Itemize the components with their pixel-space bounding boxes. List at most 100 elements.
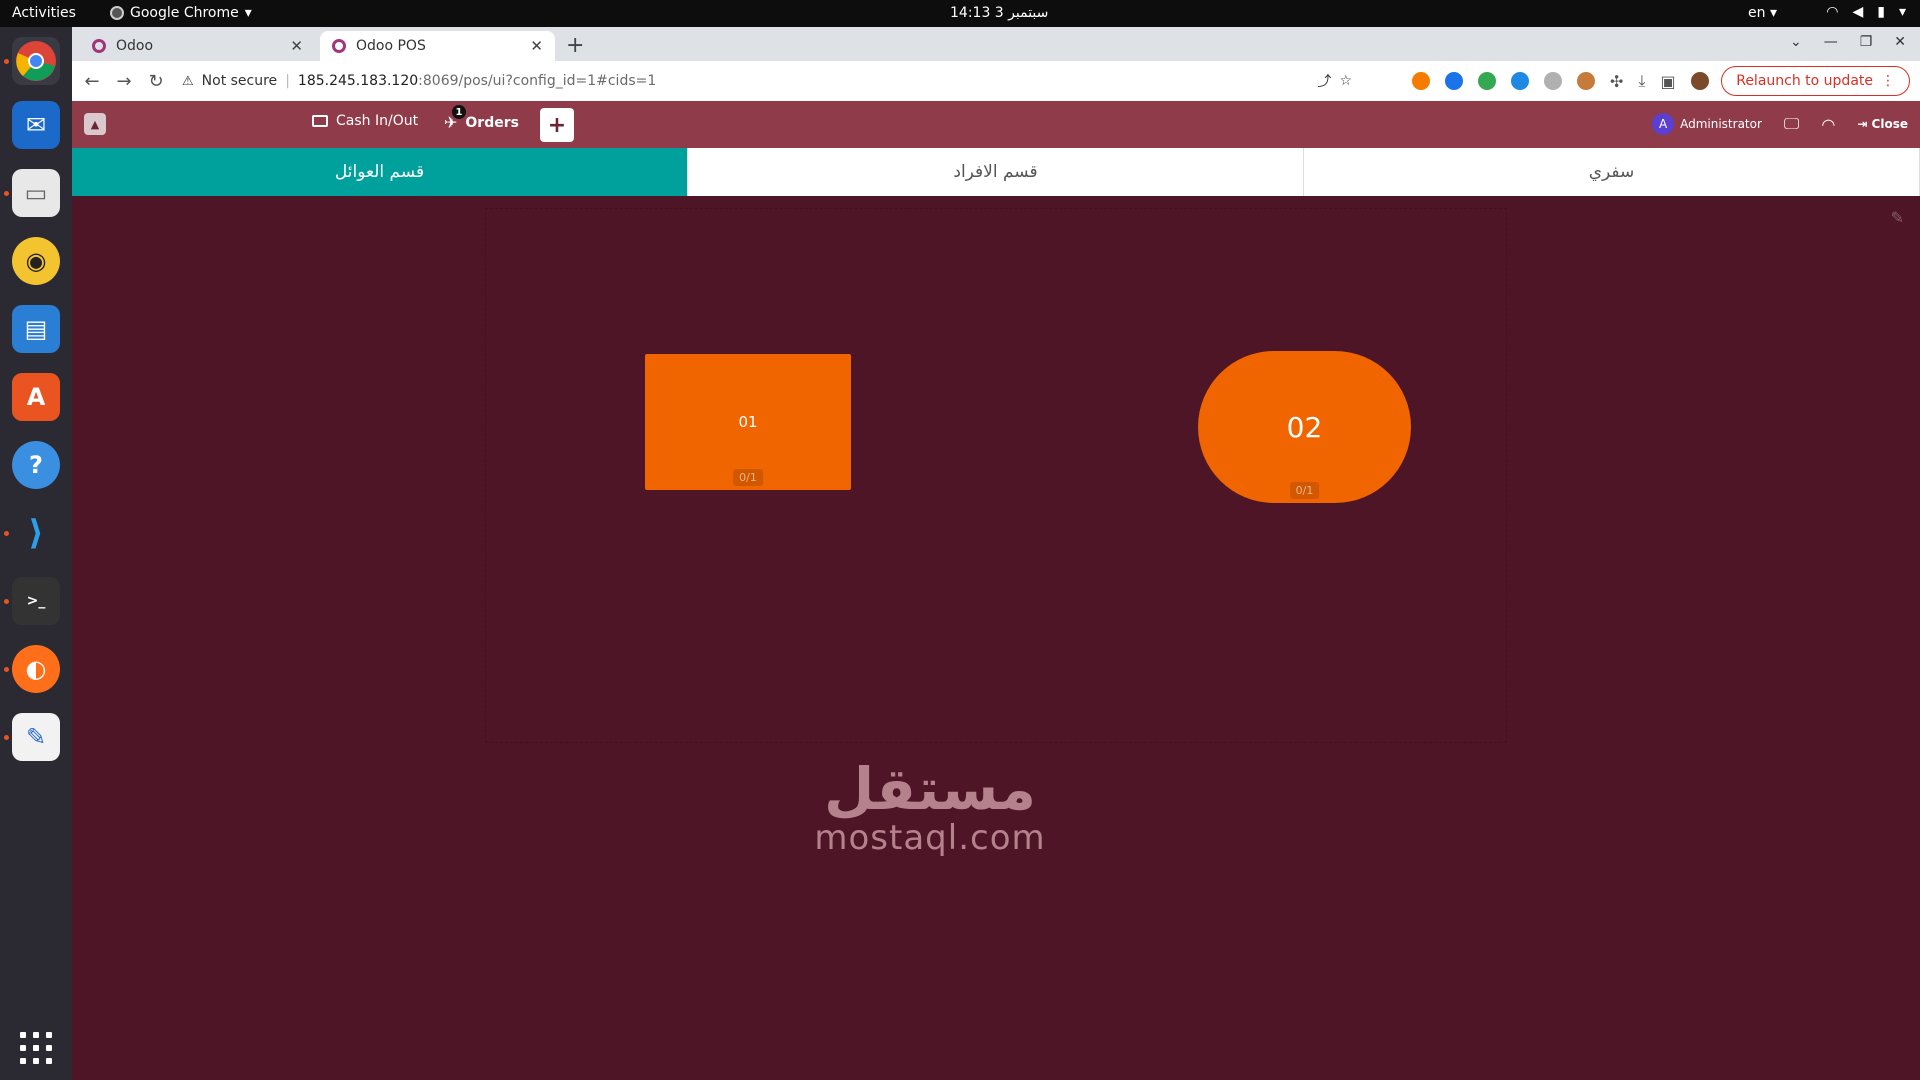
- table-name: 02: [1286, 410, 1323, 444]
- tab-search-icon[interactable]: ⌄: [1790, 34, 1802, 50]
- firefox-icon[interactable]: ◐: [12, 645, 60, 693]
- customer-display-icon[interactable]: 🖵: [1784, 114, 1799, 134]
- browser-window: Odoo ✕ Odoo POS ✕ + ⌄ — ❐ ✕ ← → ↻ ⚠ Not …: [72, 27, 1920, 101]
- url-path: :8069/pos/ui?config_id=1#cids=1: [418, 73, 657, 89]
- writer-icon[interactable]: ▤: [12, 305, 60, 353]
- watermark-arabic: مستقل: [823, 755, 1037, 823]
- wifi-status-icon[interactable]: ◠: [1821, 115, 1835, 134]
- extension-icon[interactable]: [1445, 72, 1463, 90]
- side-panel-icon[interactable]: ▣: [1660, 72, 1675, 91]
- chevron-down-icon: ▾: [1898, 4, 1906, 20]
- puzzle-icon[interactable]: ✣: [1610, 72, 1623, 91]
- system-top-bar: Activities Google Chrome ▾ 14:13 3 سبتمب…: [0, 0, 1920, 27]
- new-order-button[interactable]: +: [540, 108, 574, 142]
- running-indicator: [4, 531, 9, 536]
- extension-icon[interactable]: [1412, 72, 1430, 90]
- watermark-latin: mostaql.com: [814, 818, 1046, 858]
- restore-icon[interactable]: ❐: [1860, 34, 1873, 50]
- avatar: A: [1652, 113, 1675, 135]
- new-tab-icon[interactable]: +: [566, 33, 584, 58]
- files-icon[interactable]: ▭: [12, 169, 60, 217]
- thunderbird-icon[interactable]: ✉: [12, 101, 60, 149]
- floor-selector: قسم العوائل قسم الافراد سفري: [72, 148, 1920, 196]
- cashier-selector[interactable]: A Administrator: [1652, 113, 1762, 135]
- running-indicator: [4, 191, 9, 196]
- warning-icon: ⚠: [182, 73, 194, 89]
- watermark: مستقل mostaql.com: [770, 760, 1090, 858]
- tab-label: Odoo POS: [356, 38, 426, 54]
- language-indicator[interactable]: en ▾: [1748, 5, 1777, 21]
- extension-icon[interactable]: [1478, 72, 1496, 90]
- help-icon[interactable]: ?: [12, 441, 60, 489]
- minimize-icon[interactable]: —: [1824, 34, 1838, 50]
- extension-icon[interactable]: [1511, 72, 1529, 90]
- terminal-icon[interactable]: >_: [12, 577, 60, 625]
- bookmark-star-icon[interactable]: ☆: [1339, 73, 1352, 89]
- orders-button[interactable]: ✈ 1 Orders: [444, 105, 519, 132]
- tab-odoo-pos[interactable]: Odoo POS ✕: [320, 31, 555, 61]
- close-session-button[interactable]: ⇥ Close: [1857, 117, 1908, 131]
- cash-label: Cash In/Out: [336, 113, 419, 129]
- share-icon[interactable]: ⤴: [1317, 71, 1331, 91]
- pos-header: ▲ Cash In/Out ✈ 1 Orders + A Administrator…: [72, 101, 1920, 148]
- header-right: A Administrator 🖵 ◠ ⇥ Close: [1652, 113, 1908, 135]
- tab-label: Odoo: [116, 38, 154, 54]
- activities-button[interactable]: Activities: [12, 5, 76, 21]
- url-host: 185.245.183.120: [297, 73, 419, 89]
- show-apps-icon[interactable]: [20, 1032, 52, 1064]
- close-tab-icon[interactable]: ✕: [290, 37, 303, 55]
- address-bar[interactable]: ⚠ Not secure | 185.245.183.120 :8069/pos…: [182, 66, 1352, 96]
- text-editor-icon[interactable]: ✎: [12, 713, 60, 761]
- dock: ✉ ▭ ◉ ▤ A ? ⟩ >_ ◐ ✎: [0, 27, 72, 1080]
- relaunch-label: Relaunch to update: [1736, 73, 1873, 89]
- app-name: Google Chrome: [130, 5, 239, 21]
- divider: |: [285, 73, 290, 89]
- window-controls: ⌄ — ❐ ✕: [1790, 34, 1906, 50]
- extension-icon[interactable]: [1577, 72, 1595, 90]
- cash-in-out-button[interactable]: Cash In/Out: [312, 113, 418, 129]
- rhythmbox-icon[interactable]: ◉: [12, 237, 60, 285]
- orders-label: Orders: [465, 114, 519, 131]
- relaunch-button[interactable]: Relaunch to update ⋮: [1721, 66, 1910, 96]
- floor-tab-individuals[interactable]: قسم الافراد: [688, 148, 1304, 196]
- shield-icon[interactable]: [1544, 72, 1562, 90]
- download-icon[interactable]: ⤓: [1638, 71, 1645, 91]
- volume-icon: ◀: [1852, 4, 1864, 20]
- more-vert-icon: ⋮: [1881, 73, 1895, 89]
- profile-avatar[interactable]: [1690, 72, 1709, 90]
- extensions-area: ✣ ⤓ ▣: [1412, 71, 1709, 91]
- forward-icon[interactable]: →: [108, 71, 140, 92]
- system-tray[interactable]: ◠ ◀ ▮ ▾: [1826, 4, 1906, 20]
- running-indicator: [4, 667, 9, 672]
- table-seats: 0/1: [1289, 482, 1320, 499]
- company-logo: ▲: [84, 113, 106, 135]
- tab-strip: Odoo ✕ Odoo POS ✕ + ⌄ — ❐ ✕: [72, 27, 1920, 61]
- running-indicator: [4, 599, 9, 604]
- browser-toolbar: ← → ↻ ⚠ Not secure | 185.245.183.120 :80…: [72, 61, 1920, 101]
- floor-tab-families[interactable]: قسم العوائل: [72, 148, 688, 196]
- floor-tab-takeaway[interactable]: سفري: [1304, 148, 1920, 196]
- chrome-icon[interactable]: [12, 37, 60, 85]
- chrome-small-icon: [110, 6, 124, 20]
- security-label: Not secure: [201, 73, 278, 89]
- table-seats: 0/1: [733, 469, 763, 486]
- close-window-icon[interactable]: ✕: [1894, 34, 1906, 50]
- table-01[interactable]: 01 0/1: [645, 354, 851, 490]
- floor-plan: ✎ 01 0/1 02 0/1 مستقل mostaql.com: [72, 196, 1920, 1080]
- reload-icon[interactable]: ↻: [140, 71, 172, 92]
- wifi-icon: ◠: [1826, 4, 1839, 20]
- app-center-icon[interactable]: A: [12, 373, 60, 421]
- table-name: 01: [738, 413, 758, 431]
- chevron-down-icon: ▾: [244, 5, 252, 21]
- language-code: en: [1748, 5, 1766, 21]
- table-02[interactable]: 02 0/1: [1198, 351, 1411, 503]
- tab-odoo[interactable]: Odoo ✕: [80, 31, 315, 61]
- close-tab-icon[interactable]: ✕: [530, 37, 543, 55]
- app-menu[interactable]: Google Chrome ▾: [110, 5, 252, 21]
- vscode-icon[interactable]: ⟩: [12, 509, 60, 557]
- edit-pencil-icon[interactable]: ✎: [1891, 208, 1904, 227]
- odoo-favicon-icon: [332, 39, 346, 53]
- back-icon[interactable]: ←: [76, 71, 108, 92]
- running-indicator: [4, 735, 9, 740]
- clock[interactable]: 14:13 3 سبتمبر: [950, 5, 1048, 21]
